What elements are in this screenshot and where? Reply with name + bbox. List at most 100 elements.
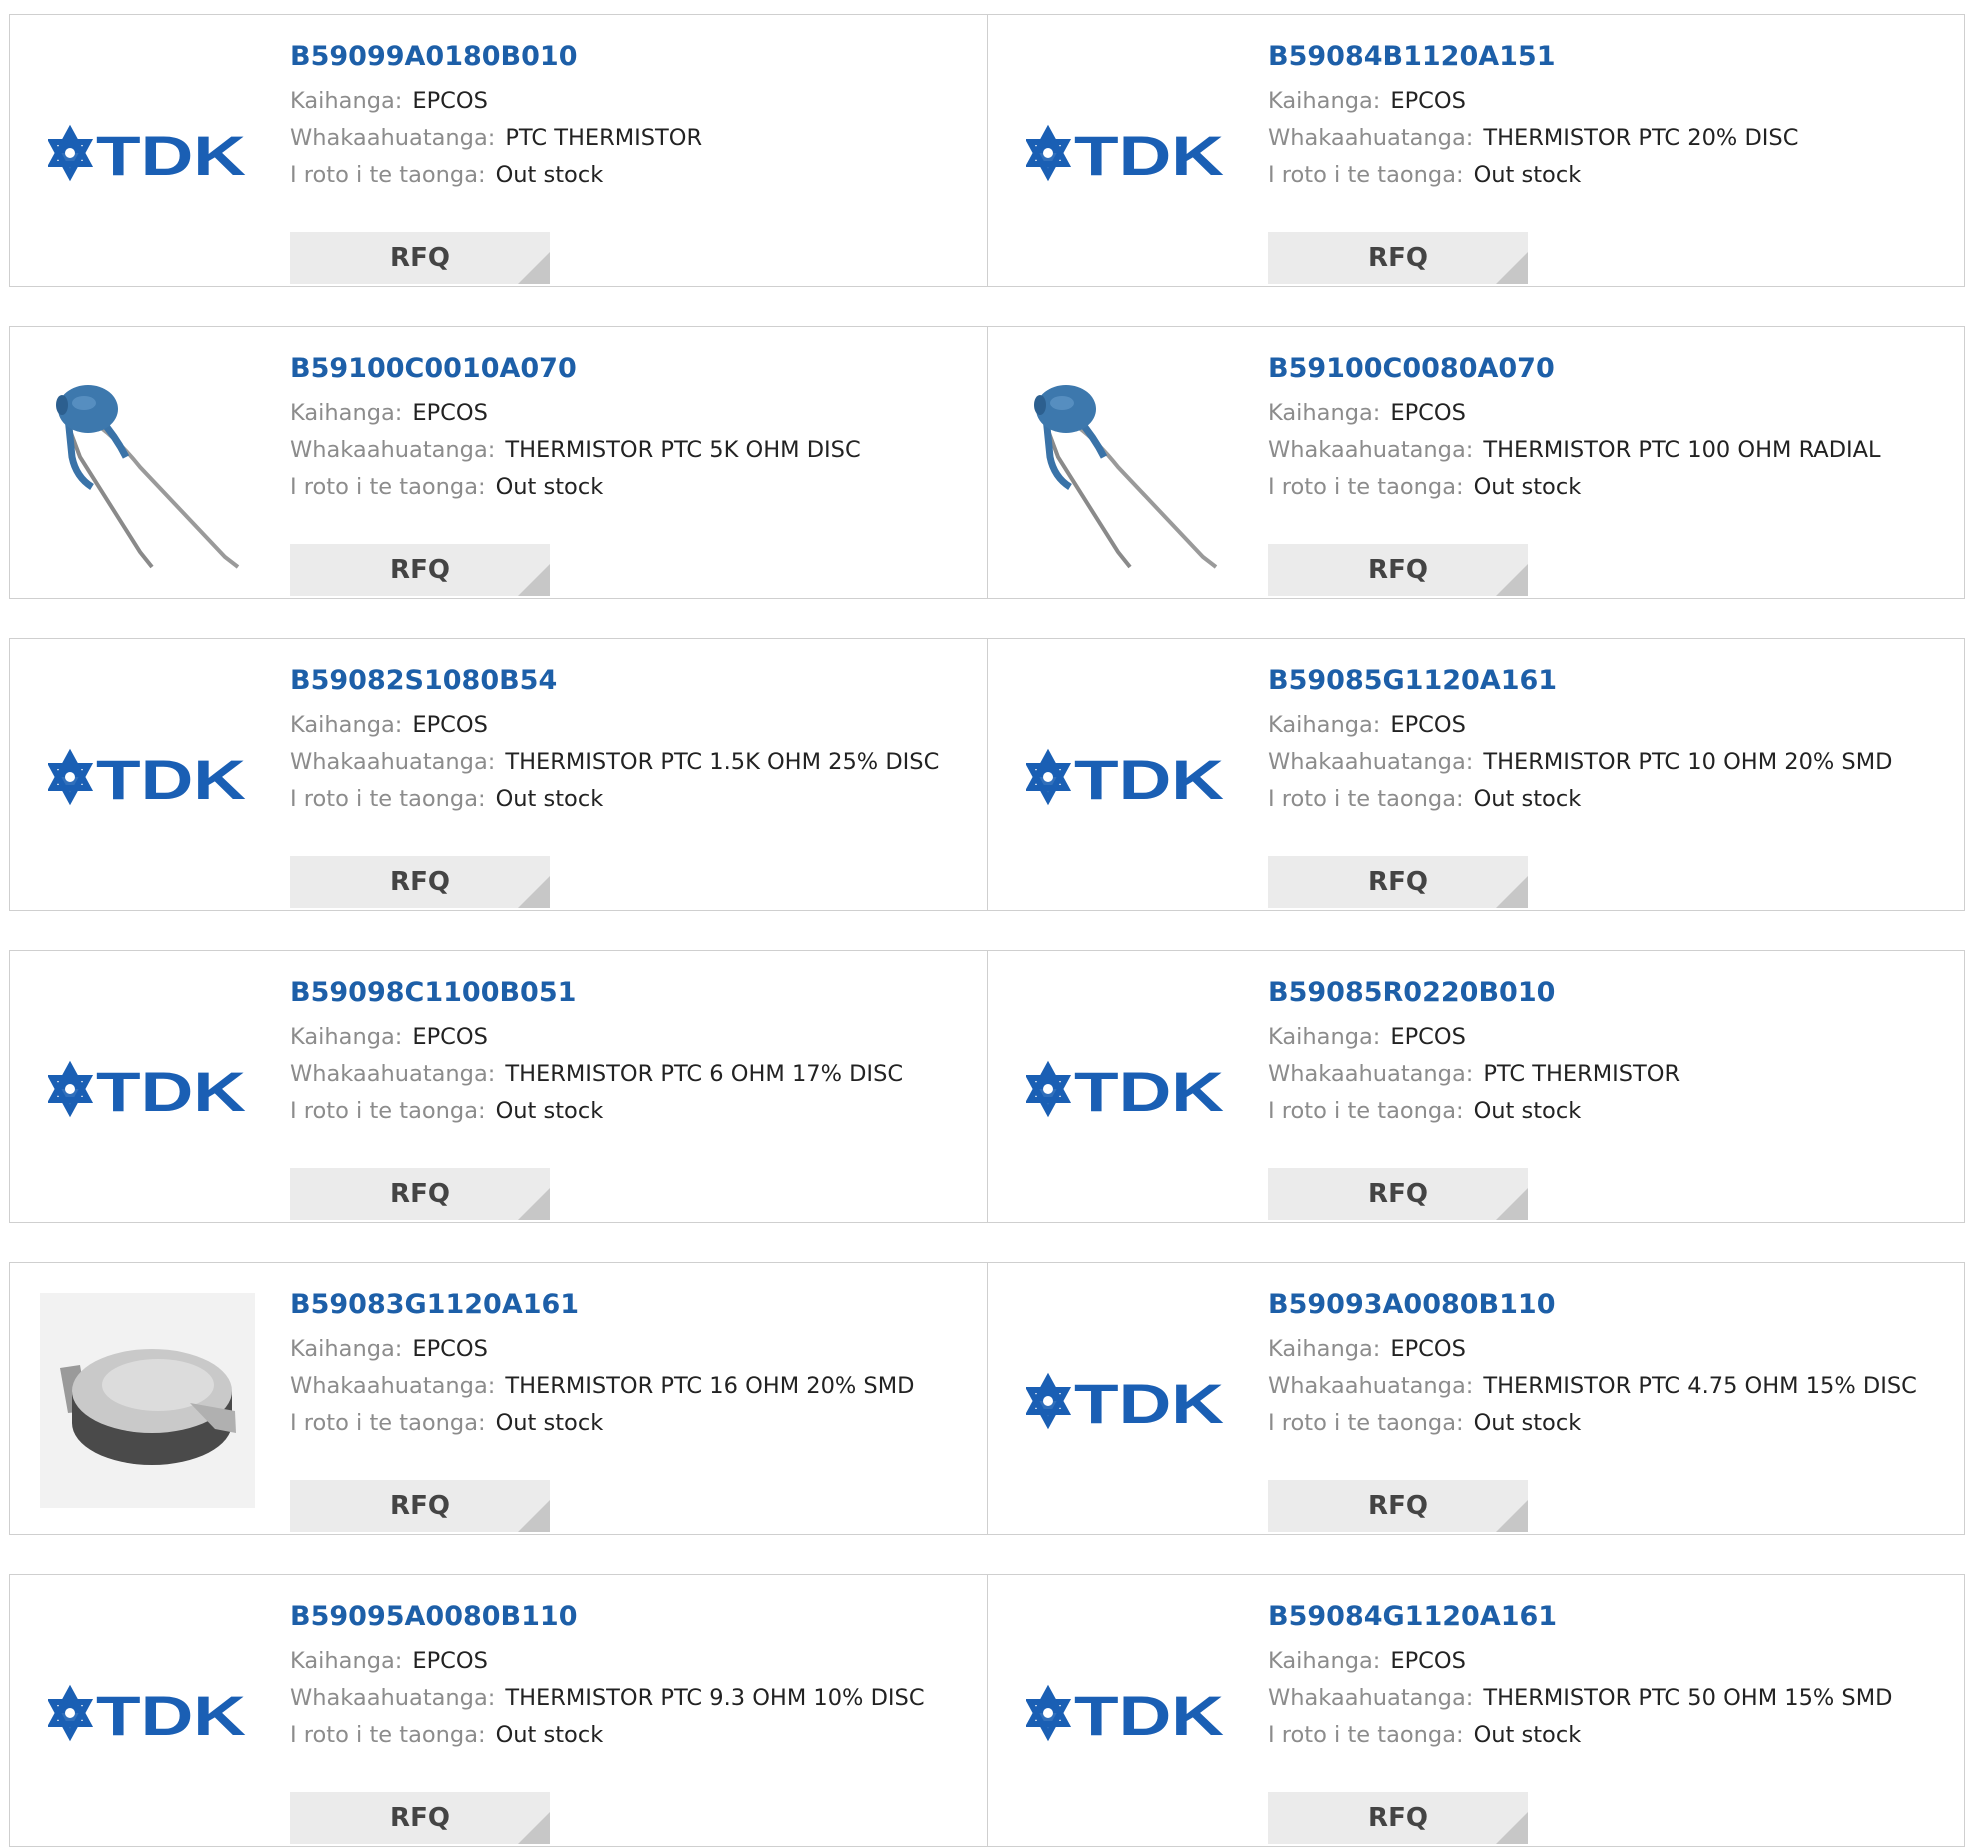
part-number-link[interactable]: B59084B1120A151 xyxy=(1268,43,1954,70)
stock-line: I roto i te taonga: Out stock xyxy=(1268,1093,1954,1130)
tdk-logo-image[interactable]: TDK xyxy=(40,45,255,260)
rfq-button[interactable]: RFQ xyxy=(290,1792,550,1844)
corner-triangle-icon xyxy=(1496,1188,1528,1220)
tdk-logo-image[interactable]: TDK xyxy=(1018,981,1233,1196)
tdk-logo-image[interactable]: TDK xyxy=(40,981,255,1196)
part-number-link[interactable]: B59083G1120A161 xyxy=(290,1291,977,1318)
description-label: Whakaahuatanga: xyxy=(1268,749,1474,775)
stock-label: I roto i te taonga: xyxy=(1268,786,1464,812)
rfq-button[interactable]: RFQ xyxy=(290,544,550,596)
product-card: TDK B59085R0220B010 Kaihanga: EPCOS Whaka… xyxy=(987,951,1964,1222)
rfq-button-label: RFQ xyxy=(1368,1491,1428,1521)
manufacturer-label: Kaihanga: xyxy=(290,1648,403,1674)
part-number-link[interactable]: B59082S1080B54 xyxy=(290,667,977,694)
manufacturer-line: Kaihanga: EPCOS xyxy=(1268,707,1954,744)
product-card: TDK B59093A0080B110 Kaihanga: EPCOS Whaka… xyxy=(987,1263,1964,1534)
manufacturer-label: Kaihanga: xyxy=(1268,1336,1381,1362)
tdk-logo-image[interactable]: TDK xyxy=(40,1605,255,1820)
stock-line: I roto i te taonga: Out stock xyxy=(1268,469,1954,506)
rfq-button[interactable]: RFQ xyxy=(1268,232,1528,284)
manufacturer-value: EPCOS xyxy=(1390,1024,1466,1050)
tdk-logo-icon: TDK xyxy=(47,124,246,183)
tdk-logo-image[interactable]: TDK xyxy=(40,669,255,884)
corner-triangle-icon xyxy=(1496,1812,1528,1844)
product-row: B59083G1120A161 Kaihanga: EPCOS Whakaahua… xyxy=(9,1262,1965,1535)
smd-thermistor-icon xyxy=(40,1293,255,1508)
stock-line: I roto i te taonga: Out stock xyxy=(290,1093,977,1130)
tdk-logo-icon: TDK xyxy=(1025,748,1224,807)
manufacturer-value: EPCOS xyxy=(1390,1336,1466,1362)
rfq-button[interactable]: RFQ xyxy=(1268,1480,1528,1532)
stock-line: I roto i te taonga: Out stock xyxy=(290,157,977,194)
tdk-logo-icon: TDK xyxy=(47,748,246,807)
description-label: Whakaahuatanga: xyxy=(1268,1373,1474,1399)
rfq-button[interactable]: RFQ xyxy=(1268,544,1528,596)
manufacturer-line: Kaihanga: EPCOS xyxy=(290,1019,977,1056)
tdk-logo-image[interactable]: TDK xyxy=(1018,669,1233,884)
manufacturer-line: Kaihanga: EPCOS xyxy=(1268,395,1954,432)
manufacturer-line: Kaihanga: EPCOS xyxy=(290,1643,977,1680)
tdk-logo-image[interactable]: TDK xyxy=(1018,1605,1233,1820)
manufacturer-label: Kaihanga: xyxy=(290,1336,403,1362)
rfq-button[interactable]: RFQ xyxy=(1268,1168,1528,1220)
radial-thermistor-image[interactable] xyxy=(40,357,255,572)
description-value: THERMISTOR PTC 10 OHM 20% SMD xyxy=(1483,749,1893,775)
corner-triangle-icon xyxy=(1496,1500,1528,1532)
stock-value: Out stock xyxy=(1473,1098,1582,1124)
tdk-logo-image[interactable]: TDK xyxy=(1018,1293,1233,1508)
rfq-button[interactable]: RFQ xyxy=(290,1168,550,1220)
stock-value: Out stock xyxy=(1473,474,1582,500)
tdk-logo-text: TDK xyxy=(96,124,246,183)
part-number-link[interactable]: B59100C0010A070 xyxy=(290,355,977,382)
stock-line: I roto i te taonga: Out stock xyxy=(290,1405,977,1442)
part-number-link[interactable]: B59084G1120A161 xyxy=(1268,1603,1954,1630)
part-number-link[interactable]: B59098C1100B051 xyxy=(290,979,977,1006)
rfq-button[interactable]: RFQ xyxy=(290,1480,550,1532)
stock-value: Out stock xyxy=(495,1098,604,1124)
manufacturer-value: EPCOS xyxy=(412,1336,488,1362)
description-label: Whakaahuatanga: xyxy=(1268,1061,1474,1087)
smd-thermistor-image[interactable] xyxy=(40,1293,255,1508)
manufacturer-value: EPCOS xyxy=(1390,88,1466,114)
rfq-button-label: RFQ xyxy=(1368,867,1428,897)
rfq-button[interactable]: RFQ xyxy=(290,232,550,284)
part-number-link[interactable]: B59085G1120A161 xyxy=(1268,667,1954,694)
stock-label: I roto i te taonga: xyxy=(290,1098,486,1124)
description-line: Whakaahuatanga: THERMISTOR PTC 16 OHM 20%… xyxy=(290,1368,977,1405)
product-card: B59100C0080A070 Kaihanga: EPCOS Whakaahua… xyxy=(987,327,1964,598)
tdk-logo-text: TDK xyxy=(96,748,246,807)
stock-value: Out stock xyxy=(495,474,604,500)
part-number-link[interactable]: B59085R0220B010 xyxy=(1268,979,1954,1006)
manufacturer-label: Kaihanga: xyxy=(1268,400,1381,426)
rfq-button[interactable]: RFQ xyxy=(1268,1792,1528,1844)
product-info: B59082S1080B54 Kaihanga: EPCOS Whakaahuat… xyxy=(290,667,977,908)
rfq-button[interactable]: RFQ xyxy=(290,856,550,908)
part-number-link[interactable]: B59095A0080B110 xyxy=(290,1603,977,1630)
stock-label: I roto i te taonga: xyxy=(290,162,486,188)
part-number-link[interactable]: B59093A0080B110 xyxy=(1268,1291,1954,1318)
stock-label: I roto i te taonga: xyxy=(290,1722,486,1748)
radial-thermistor-icon xyxy=(56,385,240,569)
corner-triangle-icon xyxy=(1496,252,1528,284)
corner-triangle-icon xyxy=(518,1500,550,1532)
tdk-logo-icon: TDK xyxy=(47,1684,246,1743)
description-line: Whakaahuatanga: THERMISTOR PTC 9.3 OHM 10… xyxy=(290,1680,977,1717)
rfq-button-label: RFQ xyxy=(1368,1803,1428,1833)
product-info: B59099A0180B010 Kaihanga: EPCOS Whakaahua… xyxy=(290,43,977,284)
tdk-logo-image[interactable]: TDK xyxy=(1018,45,1233,260)
rfq-button[interactable]: RFQ xyxy=(1268,856,1528,908)
radial-thermistor-icon xyxy=(1034,385,1218,569)
product-row: TDK B59099A0180B010 Kaihanga: EPCOS Whaka… xyxy=(9,14,1965,287)
part-number-link[interactable]: B59099A0180B010 xyxy=(290,43,977,70)
radial-thermistor-image[interactable] xyxy=(1018,357,1233,572)
product-card: TDK B59082S1080B54 Kaihanga: EPCOS Whakaa… xyxy=(10,639,987,910)
product-card: TDK B59084G1120A161 Kaihanga: EPCOS Whaka… xyxy=(987,1575,1964,1846)
tdk-logo-text: TDK xyxy=(1074,1684,1224,1743)
manufacturer-label: Kaihanga: xyxy=(1268,712,1381,738)
manufacturer-value: EPCOS xyxy=(412,88,488,114)
rfq-button-label: RFQ xyxy=(1368,1179,1428,1209)
description-value: PTC THERMISTOR xyxy=(505,125,703,151)
part-number-link[interactable]: B59100C0080A070 xyxy=(1268,355,1954,382)
stock-value: Out stock xyxy=(495,1410,604,1436)
manufacturer-label: Kaihanga: xyxy=(290,400,403,426)
